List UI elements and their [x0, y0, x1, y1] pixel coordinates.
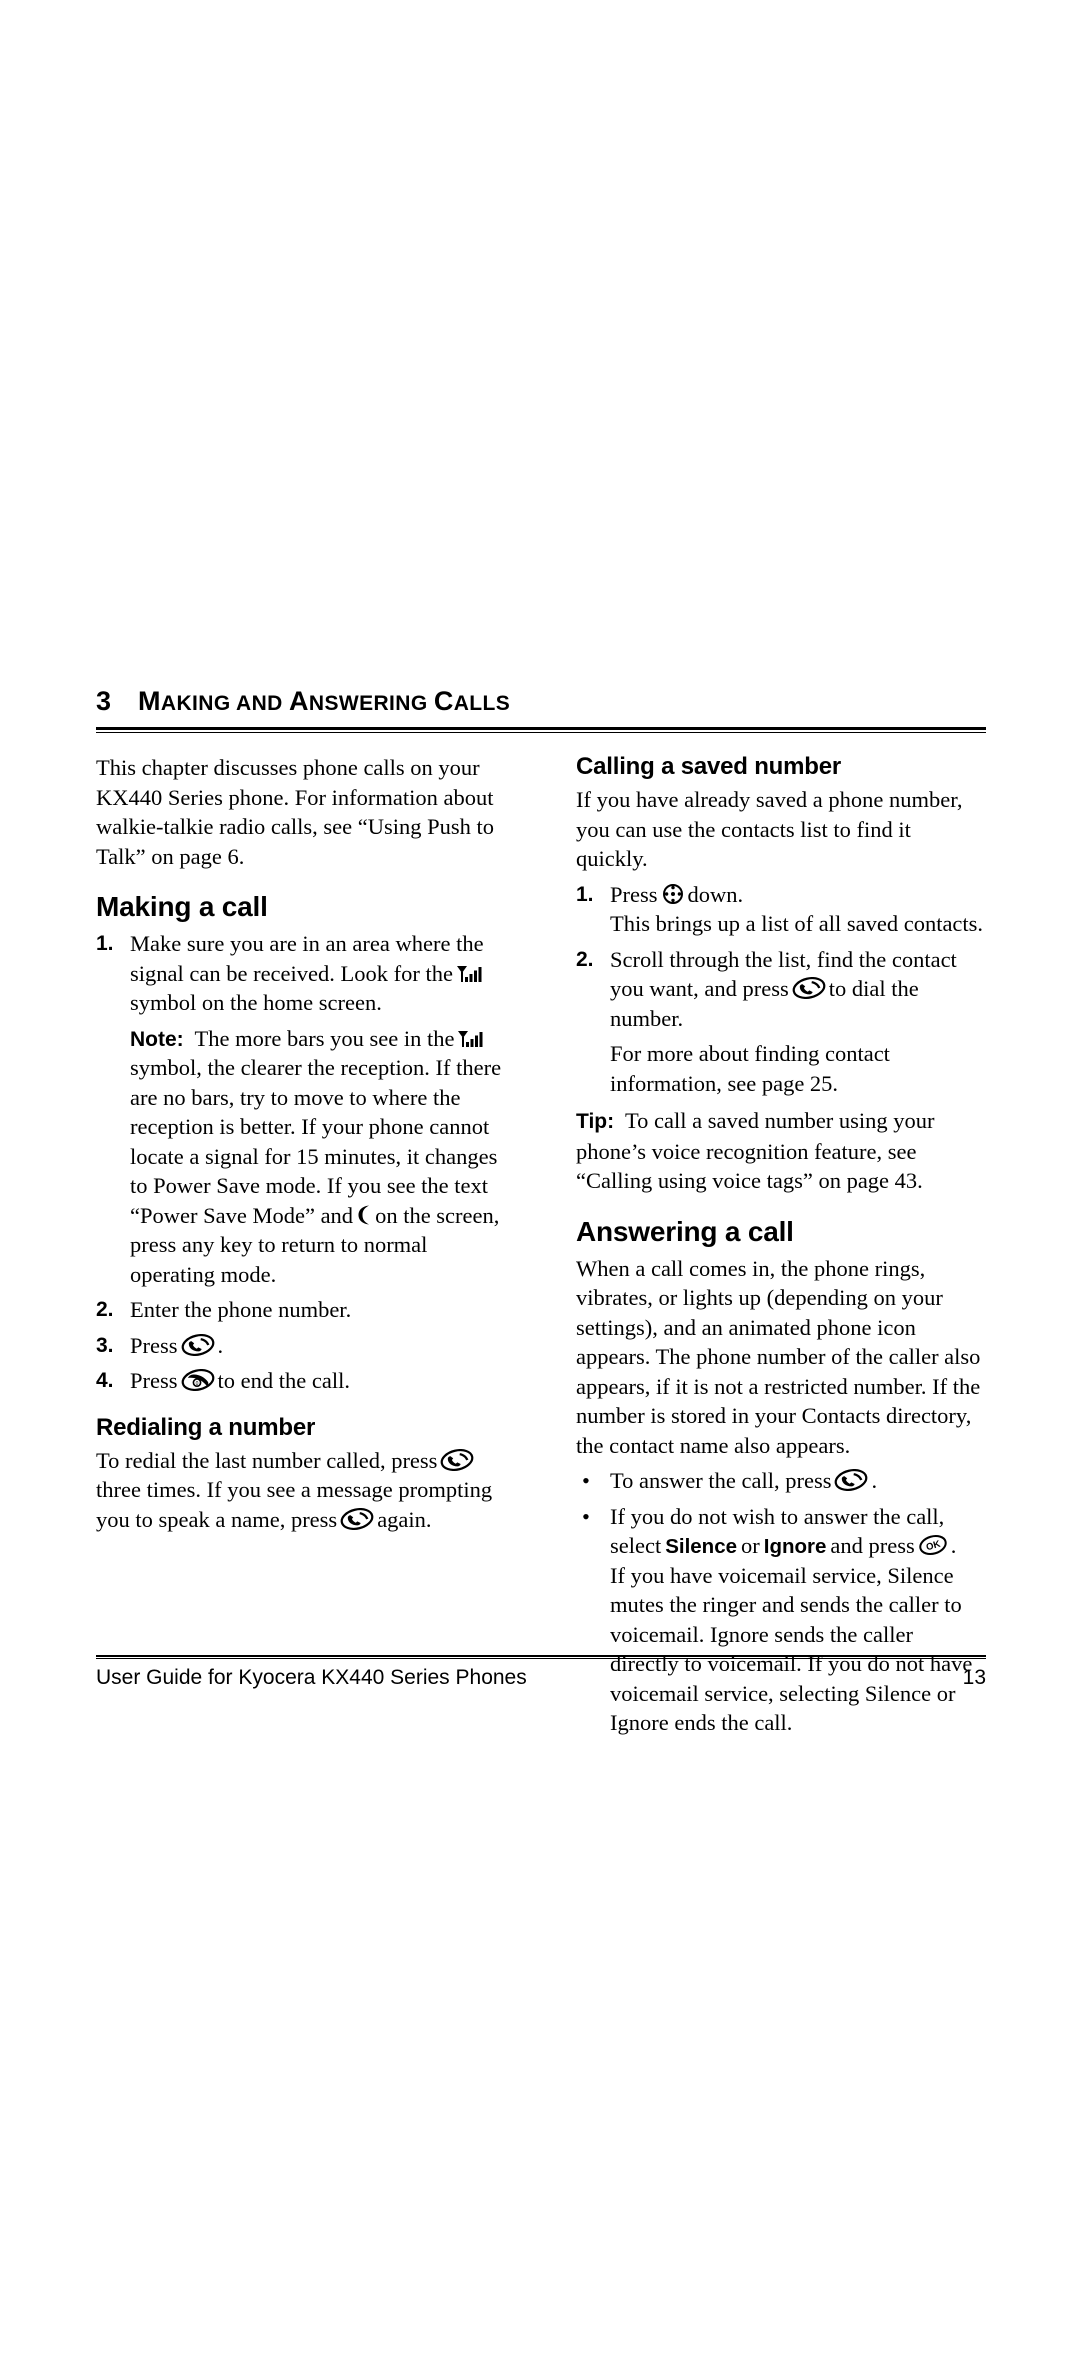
right-column: Calling a saved number If you have alrea…: [576, 753, 986, 1738]
chapter-title-nswering: NSWERING: [308, 692, 434, 715]
chapter-title-alls: ALLS: [453, 692, 511, 715]
bullet-item: • If you do not wish to answer the call,…: [576, 1502, 986, 1738]
step-number: 4.: [96, 1369, 114, 1392]
note-indent-spacer: [96, 1024, 130, 1290]
bullet-body: If you do not wish to answer the call, s…: [610, 1502, 986, 1738]
step-subtext: For more about finding contact informati…: [610, 1041, 890, 1096]
document-page: 3 MAKING AND ANSWERING CALLS This chapte…: [0, 0, 1080, 2376]
step-item: 2. Enter the phone number.: [96, 1295, 506, 1325]
bullet-body: To answer the call, press.: [610, 1466, 986, 1496]
signal-strength-icon: [457, 1029, 483, 1049]
chapter-title-m: M: [138, 686, 161, 716]
step-text-part1: Press: [130, 1368, 178, 1393]
ui-label-silence: Silence: [665, 1535, 738, 1558]
footer-row: User Guide for Kyocera KX440 Series Phon…: [96, 1666, 986, 1690]
answering-intro: When a call comes in, the phone rings, v…: [576, 1255, 981, 1458]
chapter-title: MAKING AND ANSWERING CALLS: [138, 686, 510, 717]
step-body: Press down. This brings up a list of all …: [610, 880, 986, 939]
step-text-part2: .: [217, 1332, 224, 1358]
step-item: 3. Press.: [96, 1331, 506, 1361]
step-number: 1.: [96, 932, 114, 955]
note-body: Note: The more bars you see in the symbol…: [130, 1024, 506, 1290]
step-text-part2: down.: [687, 881, 744, 907]
step-number: 2.: [96, 1298, 114, 1321]
step-text-part1: Press: [130, 1332, 178, 1358]
bullet-text-part1: To answer the call, press: [610, 1468, 832, 1493]
footer-text: User Guide for Kyocera KX440 Series Phon…: [96, 1666, 527, 1689]
send-key-icon: [792, 977, 826, 999]
chapter-title-a: A: [288, 686, 309, 716]
bullet-marker: •: [582, 1503, 590, 1529]
redialing-text-part3: again.: [377, 1506, 432, 1532]
bullet-subtext: If you have voicemail service, Silence m…: [610, 1562, 973, 1736]
step-text-part2: to end the call.: [217, 1368, 350, 1393]
signal-strength-icon: [456, 964, 482, 984]
chapter-intro-paragraph: This chapter discusses phone calls on yo…: [96, 755, 495, 869]
answering-bullets: • To answer the call, press. • If you do…: [576, 1466, 986, 1738]
step-body: Press 0 to end the call.: [130, 1366, 506, 1396]
chapter-header-rule: [96, 727, 986, 733]
step-text-part2: symbol on the home screen.: [130, 990, 382, 1015]
step-text: Enter the phone number.: [130, 1297, 352, 1322]
redialing-text-part1: To redial the last number called, press: [96, 1447, 438, 1473]
two-column-body: This chapter discusses phone calls on yo…: [96, 753, 986, 1738]
heading-redialing-a-number: Redialing a number: [96, 1413, 316, 1441]
redialing-text-part2: three times. If you see a message prompt…: [96, 1477, 493, 1532]
chapter-title-c: C: [433, 686, 454, 716]
power-save-icon: [356, 1204, 372, 1226]
navigation-key-icon: [661, 883, 685, 905]
step-number: 1.: [576, 882, 594, 906]
heading-answering-a-call: Answering a call: [576, 1215, 794, 1247]
send-key-icon: [834, 1469, 868, 1491]
svg-text:0: 0: [195, 1381, 198, 1387]
note-label: Note:: [130, 1027, 184, 1051]
tip-text: To call a saved number using your phone’…: [576, 1108, 935, 1193]
note-item: Note: The more bars you see in the symbol…: [96, 1024, 506, 1290]
bullet-text-part2: and press: [830, 1533, 915, 1558]
page-content: 3 MAKING AND ANSWERING CALLS This chapte…: [96, 686, 986, 1738]
bullet-item: • To answer the call, press.: [576, 1466, 986, 1496]
ok-key-icon: OK: [918, 1534, 948, 1556]
step-subtext: This brings up a list of all saved conta…: [610, 911, 984, 936]
step-item: 4. Press 0 to end the call.: [96, 1366, 506, 1396]
step-body: Scroll through the list, find the contac…: [610, 945, 986, 1099]
chapter-number: 3: [96, 686, 112, 716]
heading-making-a-call: Making a call: [96, 891, 268, 922]
ui-label-ignore: Ignore: [763, 1535, 827, 1558]
bullet-text-part3: .: [950, 1533, 957, 1558]
step-item: 2. Scroll through the list, find the con…: [576, 945, 986, 1099]
page-footer: User Guide for Kyocera KX440 Series Phon…: [96, 1655, 986, 1690]
step-body: Press.: [130, 1331, 506, 1361]
footer-page-number: 13: [962, 1666, 986, 1689]
step-body: Make sure you are in an area where the s…: [130, 929, 506, 1018]
step-number: 2.: [576, 947, 594, 971]
send-key-icon: [181, 1333, 215, 1356]
step-text-part1: Make sure you are in an area where the s…: [130, 931, 484, 986]
send-key-icon: [340, 1507, 374, 1530]
left-column: This chapter discusses phone calls on yo…: [96, 753, 506, 1738]
note-text-part1: The more bars you see in the: [194, 1025, 455, 1051]
bullet-marker: •: [582, 1468, 590, 1493]
bullet-text-or: or: [741, 1533, 760, 1558]
redialing-paragraph: To redial the last number called, press t…: [96, 1446, 506, 1535]
tip-label: Tip:: [576, 1110, 615, 1133]
footer-rule: [96, 1655, 986, 1659]
step-text-part1: Press: [610, 881, 658, 907]
heading-calling-a-saved-number: Calling a saved number: [576, 753, 842, 780]
step-number: 3.: [96, 1333, 114, 1357]
end-key-icon: 0: [181, 1369, 215, 1391]
step-item: 1. Press down. This brings up a list of a…: [576, 880, 986, 939]
bullet-text-part2: .: [871, 1468, 878, 1493]
calling-saved-steps: 1. Press down. This brings up a list of a…: [576, 880, 986, 1099]
step-item: 1. Make sure you are in an area where th…: [96, 929, 506, 1018]
chapter-title-aking-and: AKING AND: [160, 692, 289, 715]
send-key-icon: [440, 1448, 474, 1471]
calling-saved-intro: If you have already saved a phone number…: [576, 787, 963, 871]
making-a-call-steps: 1. Make sure you are in an area where th…: [96, 929, 506, 1396]
chapter-header: 3 MAKING AND ANSWERING CALLS: [96, 686, 986, 717]
tip-paragraph: Tip: To call a saved number using your p…: [576, 1106, 986, 1196]
